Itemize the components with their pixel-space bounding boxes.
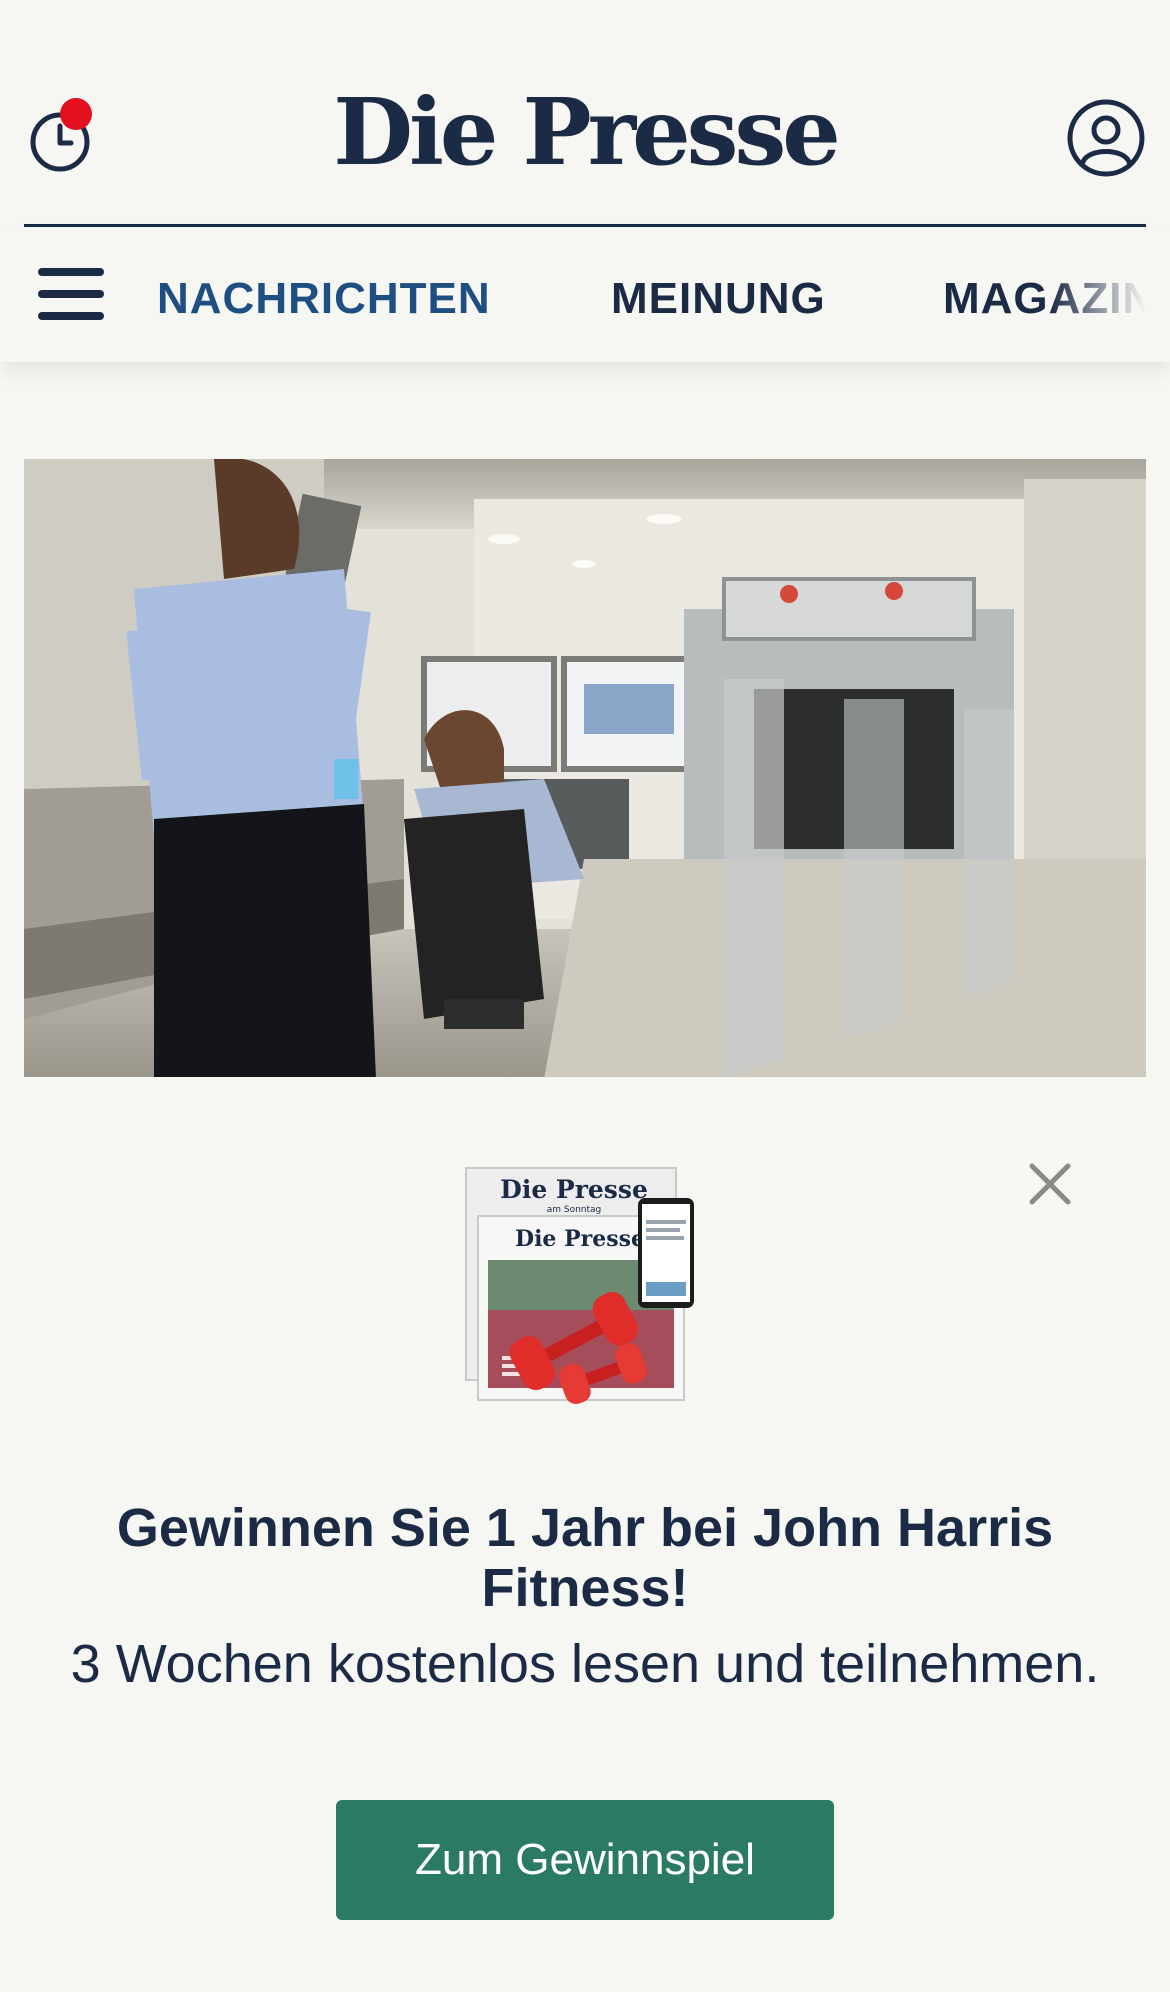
site-header: Die Presse bbox=[0, 0, 1170, 228]
nav-scroll-fade bbox=[1050, 228, 1170, 362]
nav-item-nachrichten[interactable]: NACHRICHTEN bbox=[157, 274, 491, 324]
newspaper-promo-image: Die Presse am Sonntag Die Presse bbox=[462, 1160, 708, 1410]
image-logo-bottom: Die Presse bbox=[515, 1226, 645, 1252]
hamburger-icon[interactable] bbox=[38, 268, 106, 324]
account-button[interactable] bbox=[1066, 98, 1146, 178]
nav-item-meinung[interactable]: MEINUNG bbox=[611, 274, 826, 324]
promo-subtitle: 3 Wochen kostenlos lesen und teilnehmen. bbox=[70, 1634, 1100, 1694]
header-divider bbox=[24, 224, 1146, 227]
article-hero-image[interactable] bbox=[24, 459, 1146, 1079]
promo-title: Gewinnen Sie 1 Jahr bei John Harris Fitn… bbox=[116, 1498, 1054, 1618]
image-logo-top: Die Presse bbox=[500, 1175, 648, 1204]
contest-cta-button[interactable]: Zum Gewinnspiel bbox=[336, 1800, 834, 1920]
section-nav: NACHRICHTEN MEINUNG MAGAZIN bbox=[0, 228, 1170, 362]
user-circle-icon bbox=[1067, 99, 1145, 177]
image-logo-top-sub: am Sonntag bbox=[547, 1205, 602, 1215]
close-icon[interactable] bbox=[1026, 1160, 1074, 1208]
site-logo[interactable]: Die Presse bbox=[0, 82, 1170, 182]
